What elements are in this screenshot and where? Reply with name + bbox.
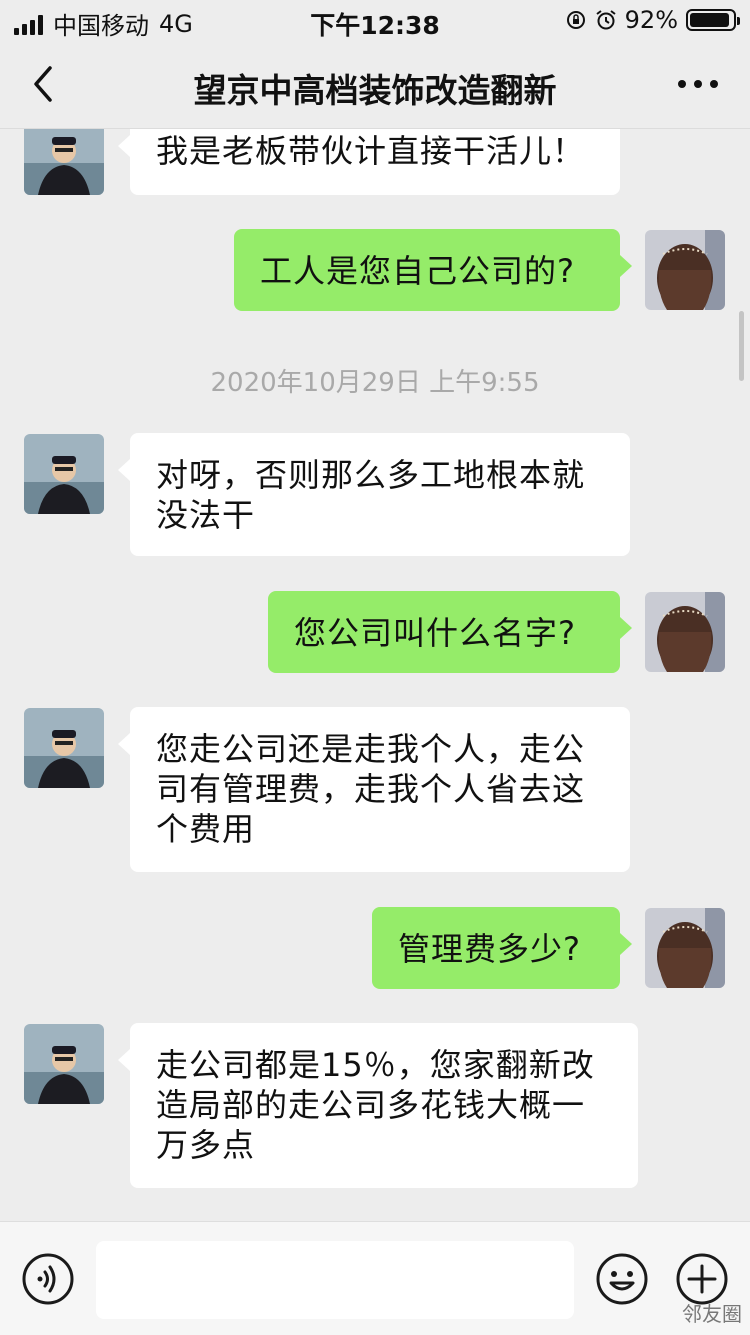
contact-avatar[interactable] xyxy=(24,434,104,514)
status-bar: 中国移动 4G 下午12:38 92% xyxy=(0,0,750,40)
message-bubble-outgoing[interactable]: 工人是您自己公司的? xyxy=(234,229,632,311)
message-text: 对呀，否则那么多工地根本就没法干 xyxy=(156,456,586,534)
message-text: 您公司叫什么名字? xyxy=(294,614,576,652)
watermark: 邻友圈 xyxy=(682,1302,742,1326)
message-text: 工人是您自己公司的? xyxy=(260,252,575,290)
alarm-icon xyxy=(596,10,616,30)
chat-title: 望京中高档装饰改造翻新 xyxy=(193,71,557,110)
timestamp: 2020年10月29日 上午9:55 xyxy=(210,368,540,398)
message-bubble-outgoing[interactable]: 您公司叫什么名字? xyxy=(268,591,632,673)
more-dots-icon[interactable] xyxy=(676,66,720,102)
battery-icon xyxy=(686,9,740,31)
message-bubble-outgoing[interactable]: 管理费多少? xyxy=(372,907,632,989)
message-text: 走公司都是15％，您家翻新改造局部的走公司多花钱大概一万多点 xyxy=(156,1046,595,1164)
contact-avatar[interactable] xyxy=(24,1024,104,1104)
my-avatar[interactable] xyxy=(645,908,725,988)
scrollbar[interactable] xyxy=(739,311,744,381)
battery-percent: 92% xyxy=(624,6,678,34)
emoji-icon[interactable] xyxy=(596,1253,648,1305)
message-text: 我是老板带伙计直接干活儿！ xyxy=(156,132,586,170)
contact-avatar[interactable] xyxy=(24,708,104,788)
rotation-lock-icon xyxy=(566,11,585,29)
contact-avatar[interactable] xyxy=(24,129,104,195)
chat-area[interactable]: 我是老板带伙计直接干活儿！ 工人是您自己公司的? 2020年10月29日 上午9… xyxy=(0,129,750,1221)
my-avatar[interactable] xyxy=(645,230,725,310)
message-text: 管理费多少? xyxy=(398,930,581,968)
nav-bar: 望京中高档装饰改造翻新 xyxy=(0,40,750,129)
input-bar: 邻友圈 xyxy=(0,1221,750,1335)
message-text: 您走公司还是走我个人，走公司有管理费，走我个人省去这个费用 xyxy=(156,730,586,848)
voice-icon[interactable] xyxy=(22,1253,74,1305)
message-bubble-incoming[interactable]: 走公司都是15％，您家翻新改造局部的走公司多花钱大概一万多点 xyxy=(118,1023,638,1188)
my-avatar[interactable] xyxy=(645,592,725,672)
message-input[interactable] xyxy=(96,1241,574,1319)
message-bubble-incoming[interactable]: 您走公司还是走我个人，走公司有管理费，走我个人省去这个费用 xyxy=(118,707,630,872)
status-right: 92% xyxy=(565,6,740,34)
message-bubble-incoming[interactable]: 我是老板带伙计直接干活儿！ xyxy=(118,129,620,195)
message-bubble-incoming[interactable]: 对呀，否则那么多工地根本就没法干 xyxy=(118,433,630,556)
